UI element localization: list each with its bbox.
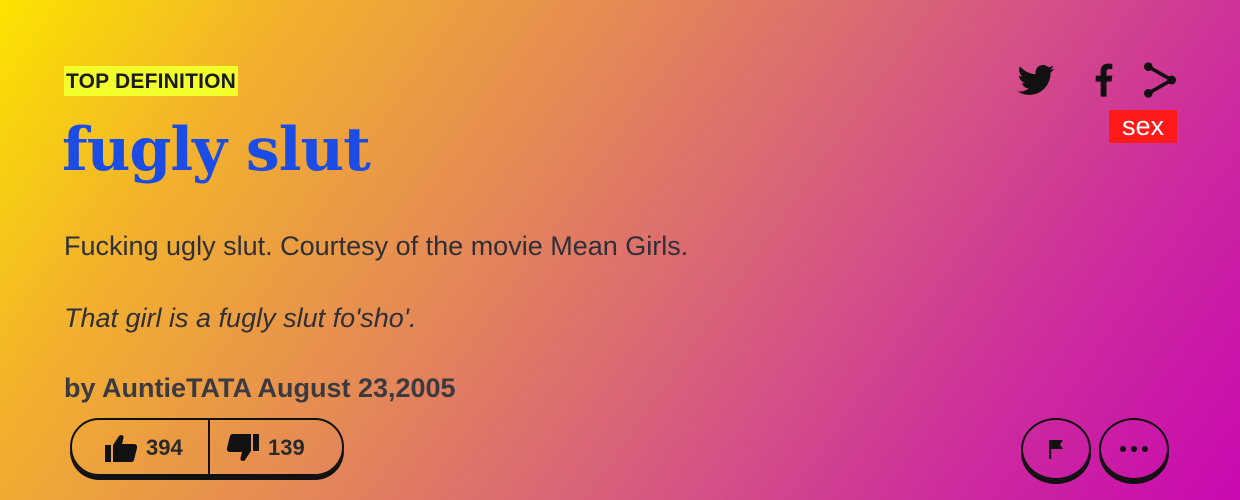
tag-sex[interactable]: sex [1109,110,1177,143]
upvote-count: 394 [146,435,183,460]
author-link[interactable]: AuntieTATA [102,373,251,403]
downvote-button[interactable]: 139 [208,420,344,476]
twitter-icon[interactable] [1016,60,1056,100]
more-icon [1120,446,1148,452]
definition-meaning: Fucking ugly slut. Courtesy of the movie… [64,231,689,261]
facebook-icon[interactable] [1084,60,1124,100]
thumbs-down-icon [226,434,259,462]
definition-example: That girl is a fugly slut fo'sho'. [64,303,417,333]
byline-prefix: by [64,373,96,403]
share-bar [1012,60,1182,100]
byline: by AuntieTATA August 23,2005 [64,368,456,408]
top-definition-badge: TOP DEFINITION [64,66,239,96]
upvote-button[interactable]: 394 [72,420,208,476]
date-link[interactable]: August 23,2005 [257,373,455,403]
more-options-button[interactable] [1099,418,1169,480]
word-title-link[interactable]: fugly slut [62,108,371,192]
share-icon[interactable] [1140,60,1180,100]
flag-icon [1049,440,1063,459]
downvote-count: 139 [268,435,305,460]
vote-group: 394 139 [70,418,344,476]
definition-card: TOP DEFINITION fugly slut Fucking ugly s… [0,0,1240,500]
flag-button[interactable] [1021,418,1091,480]
thumbs-up-icon [105,434,138,462]
